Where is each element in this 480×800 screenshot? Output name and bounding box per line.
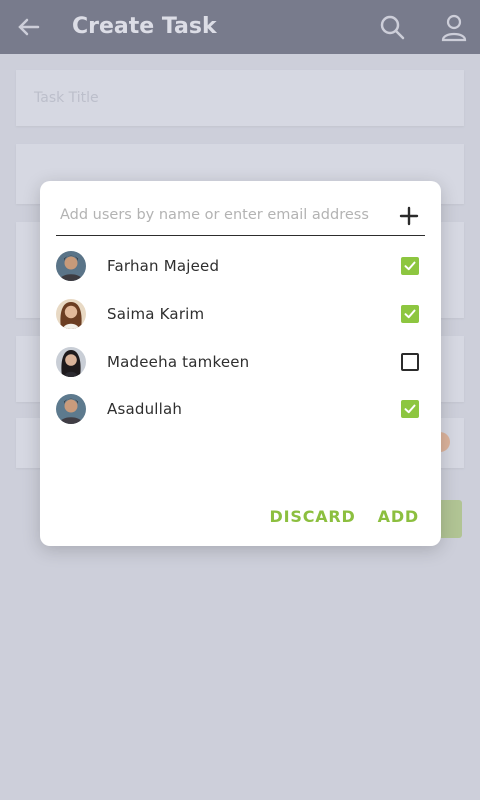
add-user-input[interactable]: [56, 203, 390, 227]
user-name: Madeeha tamkeen: [107, 353, 250, 371]
avatar: [56, 299, 86, 329]
add-button[interactable]: ADD: [378, 507, 419, 526]
avatar: [56, 394, 86, 424]
avatar: [56, 251, 86, 281]
user-name: Farhan Majeed: [107, 257, 220, 275]
user-row[interactable]: Saima Karim: [56, 299, 425, 333]
checkmark-icon: [404, 309, 416, 319]
avatar: [56, 347, 86, 377]
discard-button[interactable]: DISCARD: [270, 507, 356, 526]
add-users-dialog: Farhan Majeed Saima Karim: [40, 181, 441, 546]
user-row[interactable]: Asadullah: [56, 394, 425, 428]
user-checkbox[interactable]: [401, 353, 419, 371]
user-name: Asadullah: [107, 400, 183, 418]
plus-icon[interactable]: [398, 205, 420, 227]
user-checkbox[interactable]: [401, 257, 419, 275]
user-row[interactable]: Madeeha tamkeen: [56, 347, 425, 381]
user-row[interactable]: Farhan Majeed: [56, 251, 425, 285]
checkmark-icon: [404, 261, 416, 271]
user-checkbox[interactable]: [401, 400, 419, 418]
user-checkbox[interactable]: [401, 305, 419, 323]
dialog-actions: DISCARD ADD: [270, 507, 419, 526]
add-user-input-row: [56, 199, 425, 236]
checkmark-icon: [404, 404, 416, 414]
user-name: Saima Karim: [107, 305, 205, 323]
